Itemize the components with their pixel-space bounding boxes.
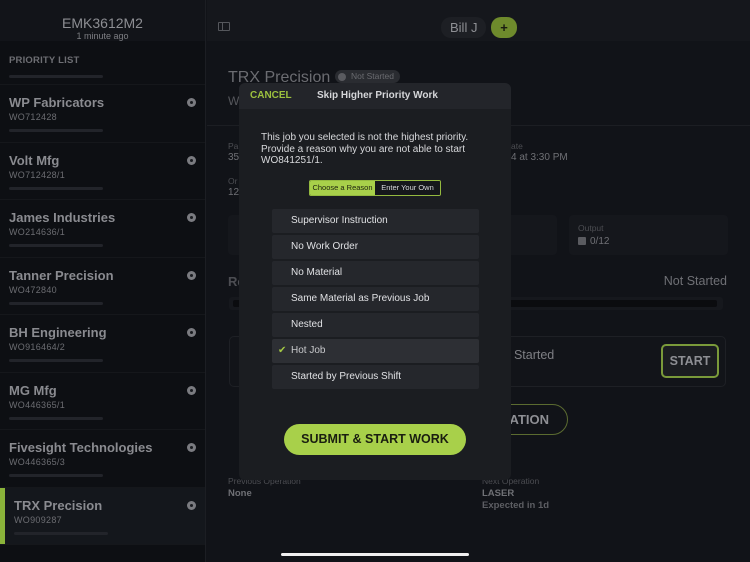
modal-message: This job you selected is not the highest… <box>261 132 469 166</box>
priority-list: WP Fabricators WO712428 Volt Mfg WO712428/1… <box>0 85 205 545</box>
skeleton-bar <box>9 75 103 78</box>
modal-title: Skip Higher Priority Work <box>317 90 438 101</box>
sidebar: EMK3612M2 1 minute ago PRIORITY LIST WP … <box>0 0 206 562</box>
machine-name: EMK3612M2 <box>62 15 143 31</box>
reason-label: Hot Job <box>291 345 326 356</box>
output-card: Output 0/12 <box>569 215 728 255</box>
reason-label: No Material <box>291 267 343 278</box>
priority-list-item[interactable]: Volt Mfg WO712428/1 <box>0 143 205 200</box>
previous-operation-value: None <box>228 488 252 499</box>
skeleton-bar <box>9 186 103 190</box>
priority-list-item[interactable]: MG Mfg WO446365/1 <box>0 373 205 430</box>
priority-list-header: PRIORITY LIST <box>0 41 205 85</box>
work-order-number: WO472840 <box>9 284 57 295</box>
work-order-number: WO916464/2 <box>9 342 66 352</box>
segment-choose-reason[interactable]: Choose a Reason <box>310 181 375 195</box>
run-status: Not Started <box>663 274 727 288</box>
cancel-button[interactable]: CANCEL <box>250 90 292 101</box>
order-label: Or <box>228 176 238 186</box>
skeleton-bar <box>9 244 103 247</box>
user-button[interactable]: Bill J <box>441 17 487 38</box>
customer-name: Fivesight Technologies <box>9 440 153 455</box>
order-value: 12 <box>228 187 240 198</box>
reason-mode-segmented-control: Choose a Reason Enter Your Own <box>309 180 441 196</box>
reason-option[interactable]: Nested <box>272 313 479 337</box>
next-operation-expected: Expected in 1d <box>482 500 550 511</box>
reason-label: Started by Previous Shift <box>291 371 402 382</box>
customer-name: BH Engineering <box>9 325 107 340</box>
part-value: 35 <box>228 152 240 163</box>
app-root: 11:40 AM Sun Dec 22 ▾ 69% EMK3612M2 1 mi… <box>0 0 750 562</box>
info-card <box>507 215 557 255</box>
priority-list-item[interactable]: Tanner Precision WO472840 <box>0 258 205 315</box>
reason-label: Same Material as Previous Job <box>291 293 430 304</box>
status-dot-icon <box>187 155 196 165</box>
work-order-number: WO214636/1 <box>9 227 66 237</box>
skeleton-bar <box>9 416 103 420</box>
skeleton-bar <box>9 359 103 362</box>
reason-option[interactable]: No Material <box>272 261 479 285</box>
work-order-number: WO712428 <box>9 112 57 122</box>
sidebar-header: EMK3612M2 1 minute ago <box>0 0 205 41</box>
reason-list: Supervisor Instruction No Work Order No Ma… <box>272 209 479 391</box>
skeleton-bar <box>9 474 103 477</box>
reason-option[interactable]: No Work Order <box>272 235 479 259</box>
last-updated: 1 minute ago <box>76 31 129 41</box>
customer-name: Volt Mfg <box>9 152 60 168</box>
work-order-number: WO712428/1 <box>9 169 66 180</box>
customer-name: TRX Precision <box>14 497 103 513</box>
work-order-number: WO446365/3 <box>9 457 66 467</box>
status-dot-icon <box>187 385 196 395</box>
customer-name: Tanner Precision <box>9 267 114 283</box>
priority-list-item[interactable]: James Industries WO214636/1 <box>0 200 205 258</box>
status-dot-icon <box>187 213 196 222</box>
status-dot-icon <box>187 500 196 510</box>
reason-option[interactable]: Supervisor Instruction <box>272 209 479 233</box>
customer-name: James Industries <box>9 210 116 225</box>
skeleton-bar <box>9 301 103 305</box>
top-bar: Bill J + <box>207 0 750 41</box>
status-dot-icon <box>187 443 196 452</box>
modal-header: CANCEL Skip Higher Priority Work <box>239 83 511 109</box>
add-button[interactable]: + <box>491 17 517 38</box>
skeleton-bar <box>14 531 108 535</box>
skip-priority-modal: CANCEL Skip Higher Priority Work This jo… <box>239 83 511 480</box>
skeleton-bar <box>9 129 103 132</box>
status-dot-icon <box>187 270 196 280</box>
due-label: ate <box>511 141 523 151</box>
reason-option[interactable]: Started by Previous Shift <box>272 365 479 389</box>
part-label: Pa <box>228 141 239 151</box>
next-operation-value: LASER <box>482 488 515 499</box>
output-label: Output <box>578 223 604 233</box>
job-subtitle: W <box>228 94 240 108</box>
reason-option[interactable]: ✔ Hot Job <box>272 339 479 363</box>
start-status: : Started <box>507 348 555 362</box>
work-order-number: WO446365/1 <box>9 399 66 410</box>
start-button[interactable]: START <box>661 344 719 378</box>
status-badge: Not Started <box>335 70 400 83</box>
priority-list-item[interactable]: TRX Precision WO909287 <box>0 487 205 545</box>
work-order-number: WO909287 <box>14 514 62 525</box>
output-value: 0/12 <box>578 236 609 247</box>
priority-list-item[interactable]: BH Engineering WO916464/2 <box>0 315 205 373</box>
customer-name: MG Mfg <box>9 382 57 398</box>
priority-list-item[interactable]: Fivesight Technologies WO446365/3 <box>0 430 205 488</box>
customer-name: WP Fabricators <box>9 95 105 110</box>
reason-label: No Work Order <box>291 241 359 252</box>
submit-start-work-button[interactable]: SUBMIT & START WORK <box>284 424 466 455</box>
due-value: 4 at 3:30 PM <box>511 152 568 163</box>
home-indicator[interactable] <box>281 553 469 556</box>
segment-enter-own[interactable]: Enter Your Own <box>375 181 440 195</box>
output-icon <box>578 237 586 245</box>
reason-label: Supervisor Instruction <box>291 215 388 226</box>
checkmark-icon: ✔ <box>278 345 287 356</box>
status-dot-icon <box>187 98 196 107</box>
reason-option[interactable]: Same Material as Previous Job <box>272 287 479 311</box>
sidebar-toggle-icon[interactable] <box>218 22 230 31</box>
priority-list-item[interactable]: WP Fabricators WO712428 <box>0 85 205 143</box>
status-dot-icon <box>187 328 196 337</box>
reason-label: Nested <box>291 319 323 330</box>
